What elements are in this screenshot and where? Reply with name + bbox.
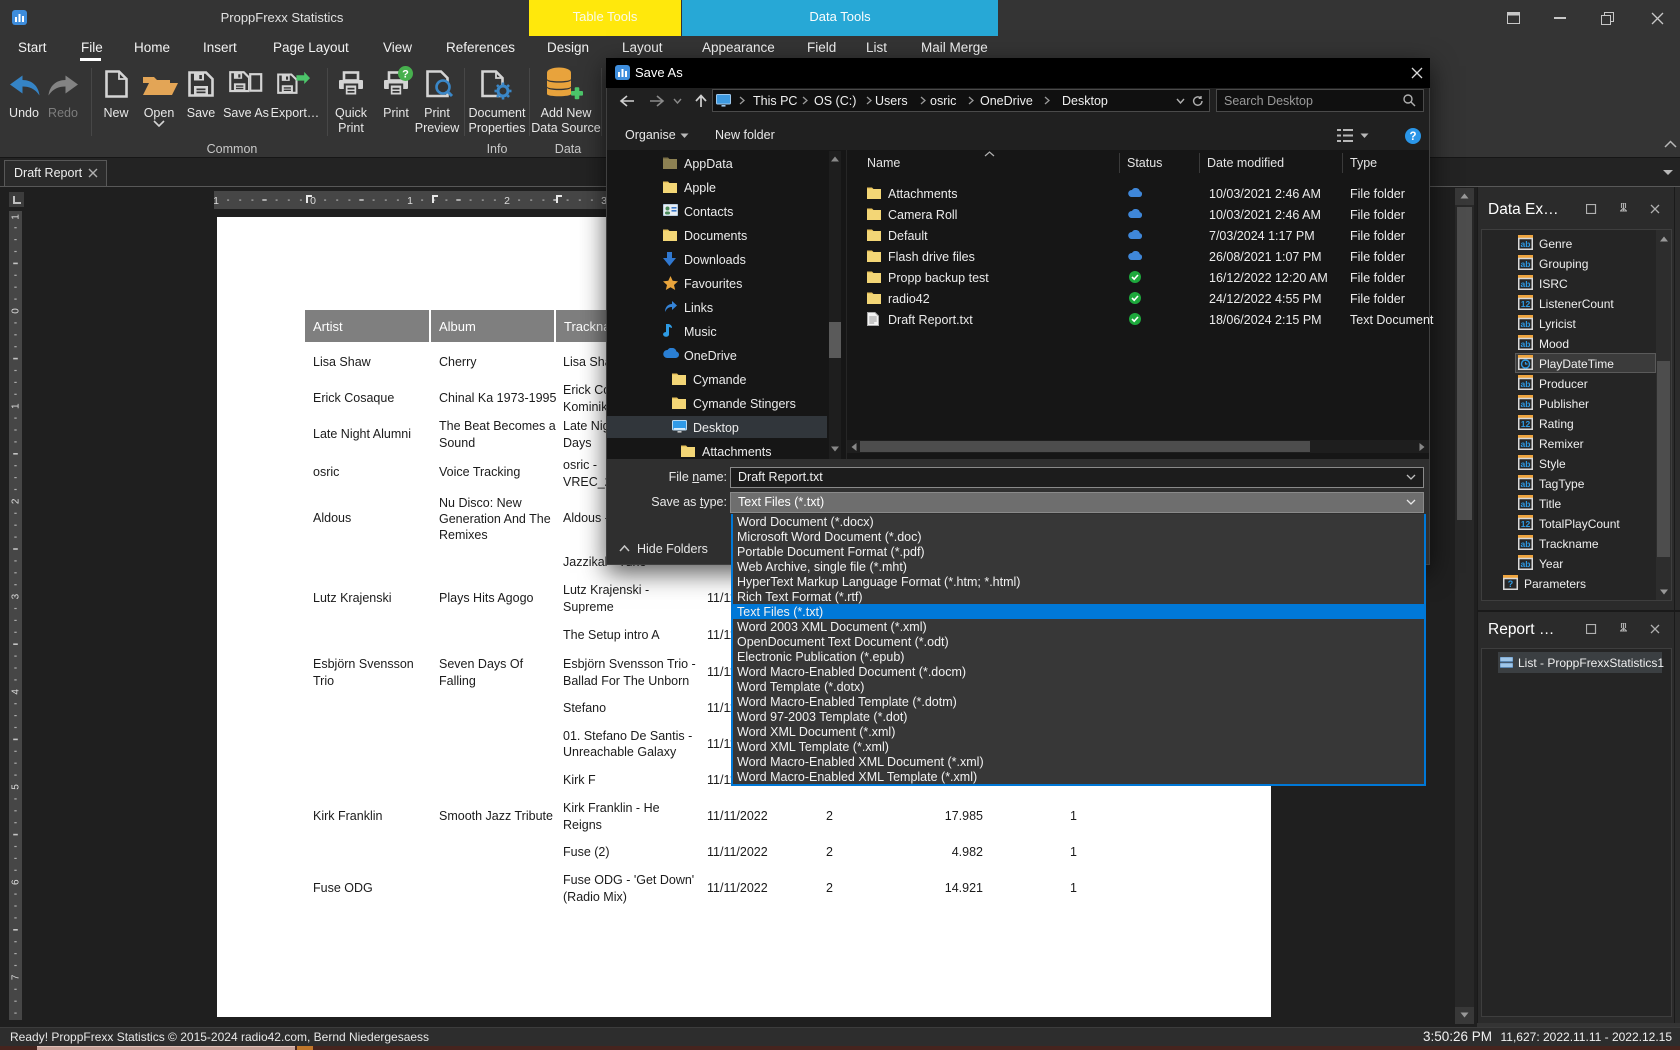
svg-text:ab: ab: [1521, 539, 1531, 549]
svg-text:?: ?: [1409, 131, 1416, 143]
svg-text:ab: ab: [1521, 399, 1531, 409]
svg-text:1: 1: [407, 195, 413, 207]
svg-text:ab: ab: [1521, 559, 1531, 569]
svg-text:12: 12: [1521, 419, 1531, 429]
svg-text:12: 12: [1521, 299, 1531, 309]
svg-text:ab: ab: [1521, 379, 1531, 389]
svg-text:ab: ab: [1521, 439, 1531, 449]
svg-text:ab: ab: [1521, 259, 1531, 269]
svg-text:ab: ab: [1521, 479, 1531, 489]
svg-text:ab: ab: [1521, 339, 1531, 349]
svg-text:1: 1: [11, 403, 22, 409]
svg-text:2: 2: [504, 195, 510, 207]
svg-text:3: 3: [11, 593, 22, 599]
svg-text:6: 6: [11, 879, 22, 885]
svg-text:1: 1: [214, 195, 219, 207]
svg-text:ab: ab: [1521, 459, 1531, 469]
svg-text:12: 12: [1521, 519, 1531, 529]
svg-text:ab: ab: [1521, 279, 1531, 289]
svg-text:?: ?: [1508, 579, 1514, 589]
svg-text:7: 7: [11, 974, 22, 980]
svg-text:1: 1: [11, 214, 22, 220]
svg-text:0: 0: [11, 308, 22, 314]
svg-text:ab: ab: [1521, 239, 1531, 249]
svg-text:5: 5: [11, 784, 22, 790]
svg-text:ab: ab: [1521, 499, 1531, 509]
svg-text:ab: ab: [1521, 319, 1531, 329]
svg-text:?: ?: [402, 69, 409, 81]
svg-text:4: 4: [11, 689, 22, 695]
svg-text:2: 2: [11, 498, 22, 504]
